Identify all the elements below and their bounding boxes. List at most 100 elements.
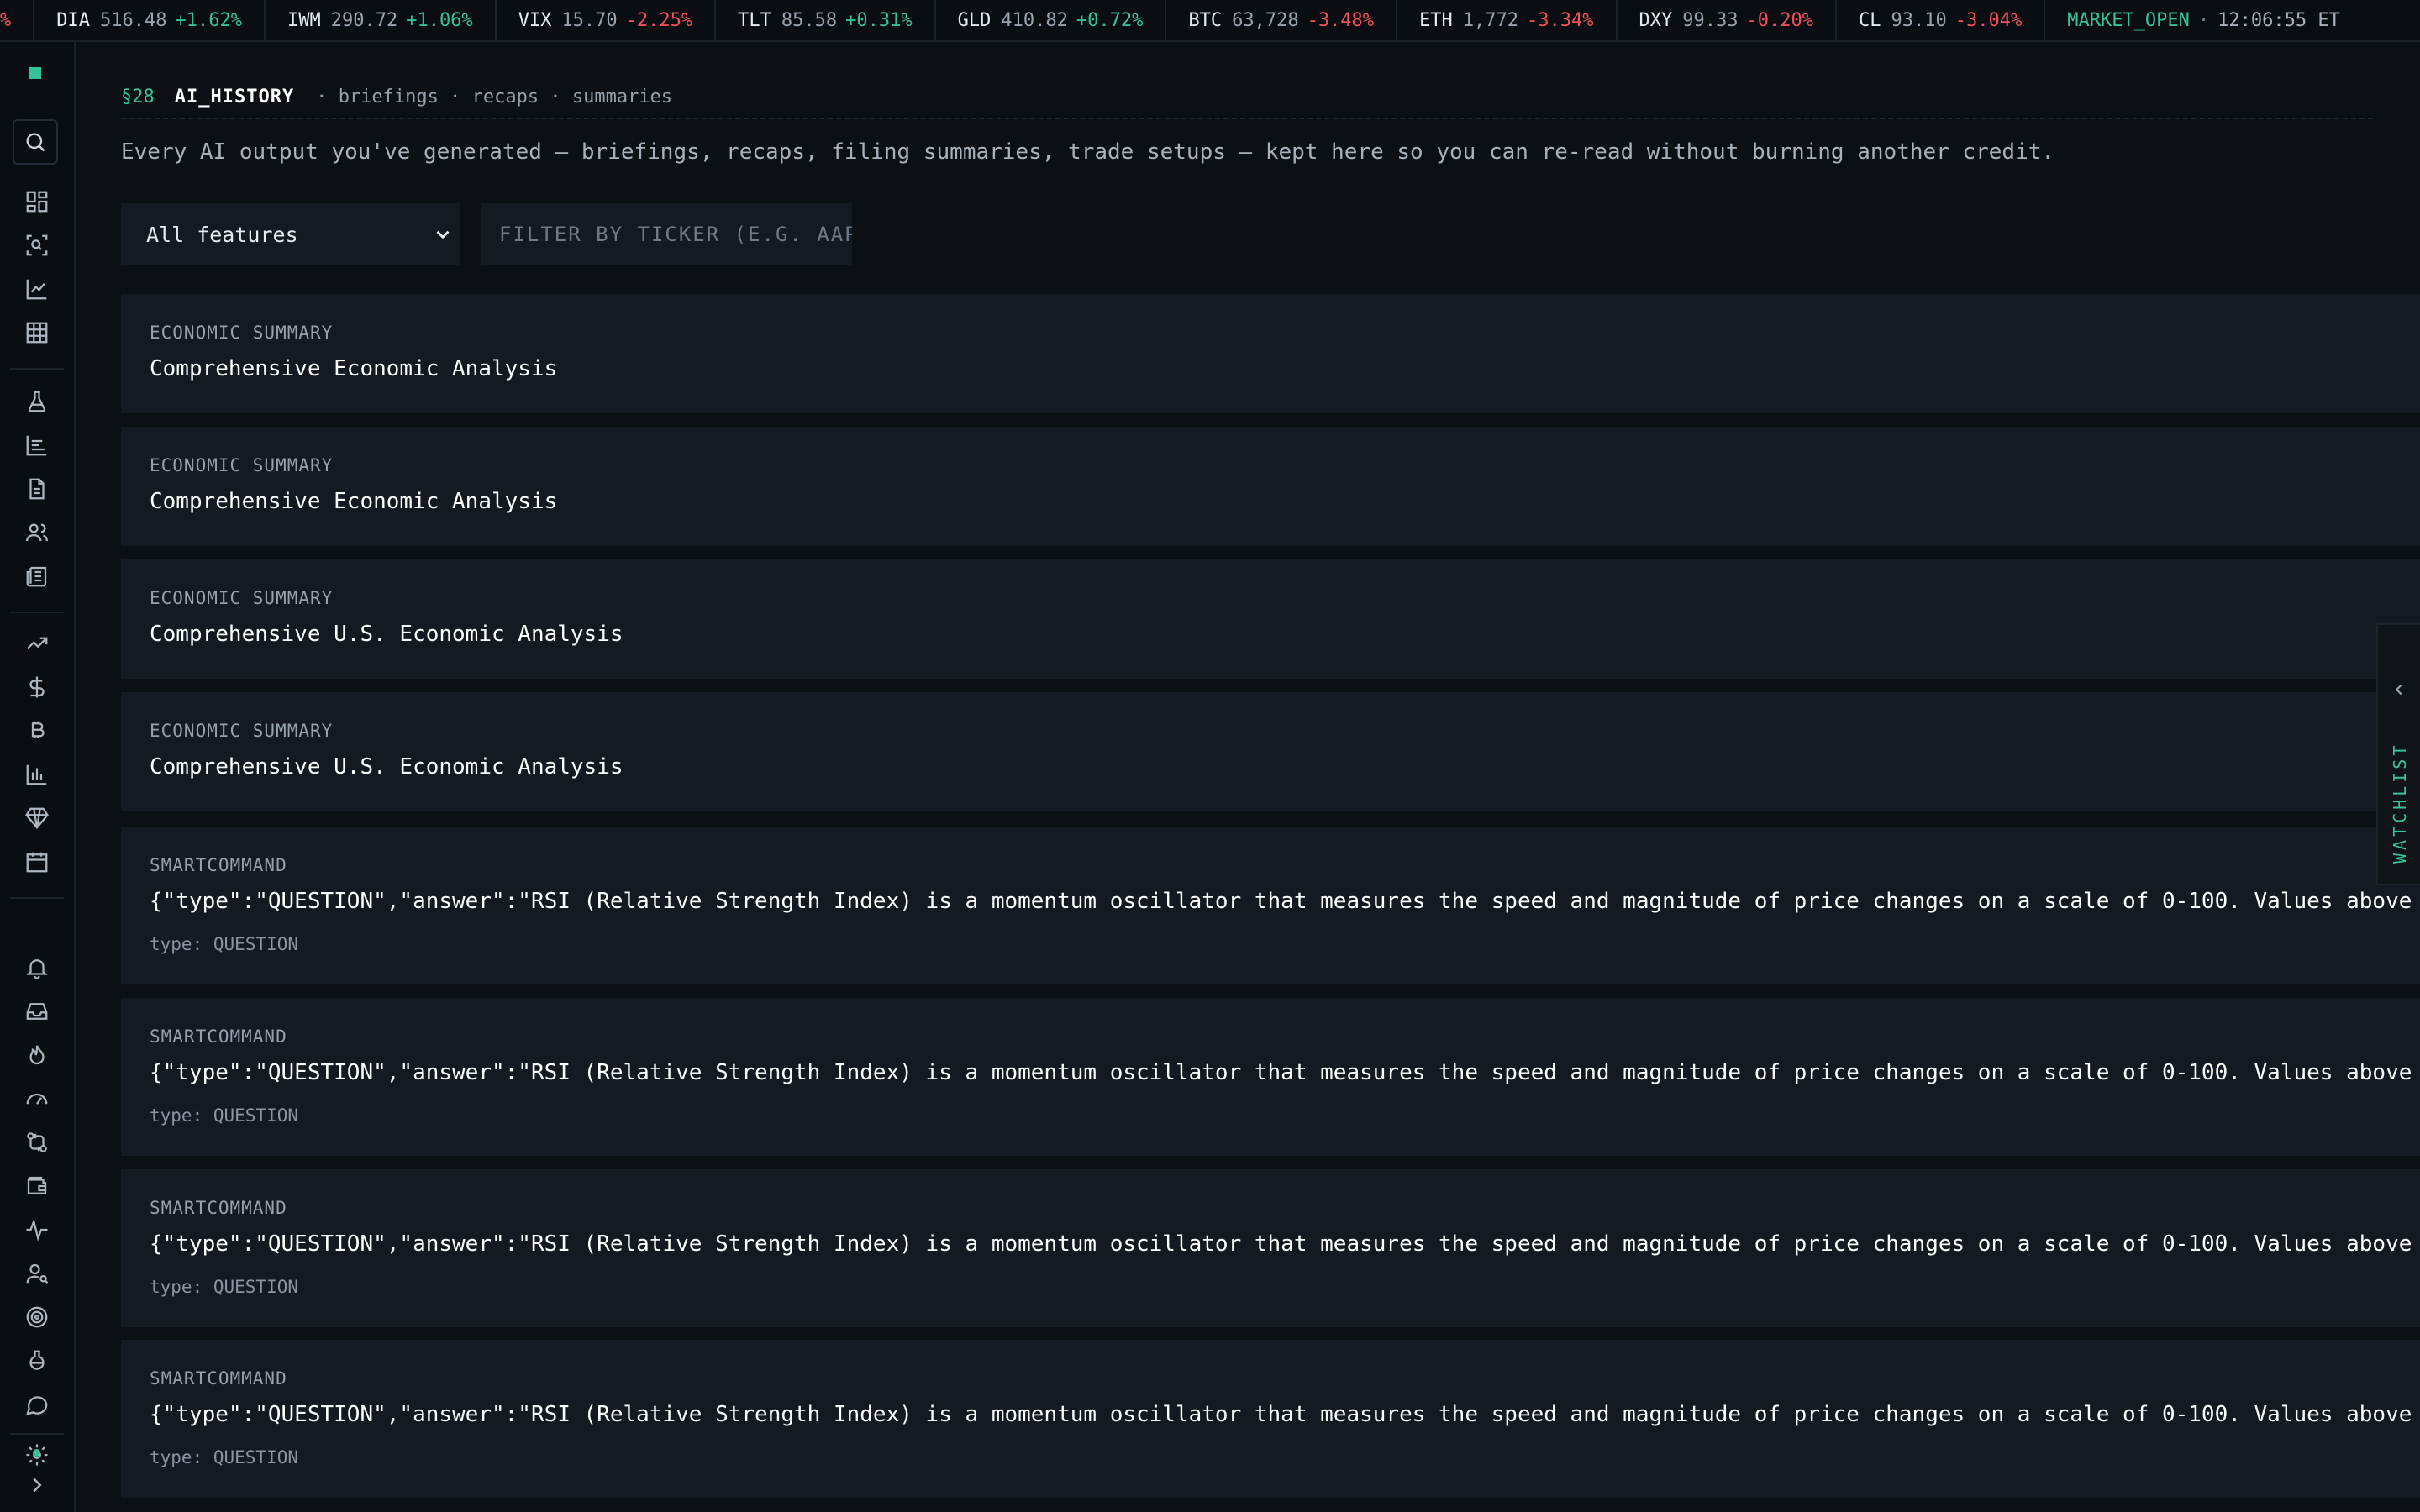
ticker-item[interactable]: TLT 85.58 +0.31% [716,0,936,40]
nav-news[interactable] [20,559,54,593]
rail-divider [10,897,64,899]
document-icon [29,478,45,500]
rail-divider [10,1433,64,1435]
ticker-item[interactable]: % [0,0,35,40]
nav-activity[interactable] [20,1213,54,1247]
nav-experiments[interactable] [20,1344,54,1378]
left-nav-rail [0,42,76,1512]
nav-inbox[interactable] [20,995,54,1028]
nav-dashboard[interactable] [20,185,54,218]
history-item[interactable]: ECONOMIC SUMMARY Comprehensive Economic A… [121,294,2420,413]
ticker-item[interactable]: ETH 1,772 -3.34% [1397,0,1618,40]
ticker-item[interactable]: CL 93.10 -3.04% [1837,0,2046,40]
ticker-item[interactable]: VIX 15.70 -2.25% [497,0,717,40]
nav-stats[interactable] [20,758,54,791]
ticker-change: -3.04% [1954,9,2023,31]
nav-scanner[interactable] [20,228,54,262]
nav-alerts[interactable] [20,951,54,984]
calendar-icon [26,852,48,873]
history-item[interactable]: ECONOMIC SUMMARY Comprehensive Economic A… [121,427,2420,546]
stats-icon [26,764,47,785]
nav-calendar[interactable] [20,845,54,879]
ticker-symbol: CL [1859,9,1881,31]
bitcoin-icon [31,721,45,738]
swap-icon [27,1132,47,1152]
flask-icon [29,391,45,412]
page-title: AI_HISTORY [174,86,295,108]
market-status-label: MARKET_OPEN [2067,9,2190,31]
ticker-item[interactable]: BTC 63,728 -3.48% [1166,0,1398,40]
status-separator: · [2197,9,2210,31]
ticker-change: +0.72% [1076,9,1144,31]
history-item[interactable]: SMARTCOMMAND {"type":"QUESTION","answer":… [121,1340,2420,1498]
ticker-price: 63,728 [1232,9,1299,31]
history-item-meta: type: QUESTION [150,934,299,954]
activity-icon [26,1218,48,1242]
nav-people[interactable] [20,516,54,549]
nav-finance[interactable] [20,670,54,704]
nav-trades[interactable] [20,1126,54,1159]
nav-trending[interactable] [20,627,54,660]
ticker-filter-input[interactable]: FILTER BY TICKER (E.G. AAPL) [481,203,852,265]
ticker-symbol: IWM [287,9,321,31]
history-item-title: Comprehensive U.S. Economic Analysis [150,622,623,647]
gauge-icon [26,1093,48,1105]
expand-rail-button[interactable] [20,1468,54,1502]
feature-select-value: All features [146,222,298,247]
ticker-change: -0.20% [1746,9,1813,31]
nav-sentiment[interactable] [20,1082,54,1116]
ticker-filter-placeholder: FILTER BY TICKER (E.G. AAPL) [499,223,852,246]
ticker-item[interactable]: IWM 290.72 +1.06% [266,0,497,40]
history-item-title: {"type":"QUESTION","answer":"RSI (Relati… [150,1402,2420,1427]
history-item[interactable]: ECONOMIC SUMMARY Comprehensive U.S. Econo… [121,692,2420,811]
history-item[interactable]: SMARTCOMMAND {"type":"QUESTION","answer":… [121,1169,2420,1327]
ticker-item[interactable]: DIA 516.48 +1.62% [34,0,266,40]
history-item-title: {"type":"QUESTION","answer":"RSI (Relati… [150,889,2420,914]
search-button[interactable] [13,119,58,165]
history-item-title: Comprehensive Economic Analysis [150,356,558,381]
nav-crypto[interactable] [20,714,54,748]
bell-icon [26,959,48,979]
history-item-title: {"type":"QUESTION","answer":"RSI (Relati… [150,1231,2420,1257]
nav-charts[interactable] [20,272,54,306]
ticker-symbol: TLT [738,9,771,31]
history-item-meta: type: QUESTION [150,1447,299,1467]
ticker-price: 516.48 [100,9,167,31]
history-item[interactable]: SMARTCOMMAND {"type":"QUESTION","answer":… [121,827,2420,984]
chevron-left-icon [2395,684,2402,696]
trending-up-icon [26,637,48,650]
history-item-kind: SMARTCOMMAND [150,855,287,875]
nav-portfolio[interactable] [20,1169,54,1203]
breadcrumb: §28 AI_HISTORY · briefings · recaps · su… [121,84,672,109]
grid-icon [26,322,48,344]
target-icon [26,1306,48,1328]
history-item-title: {"type":"QUESTION","answer":"RSI (Relati… [150,1060,2420,1085]
nav-premium[interactable] [20,801,54,835]
ticker-price: 410.82 [1001,9,1068,31]
nav-hot[interactable] [20,1038,54,1072]
nav-targets[interactable] [20,1300,54,1334]
chevron-down-icon [436,230,450,239]
market-status: MARKET_OPEN · 12:06:55 ET [2045,0,2364,40]
nav-chat[interactable] [20,1388,54,1421]
ticker-item[interactable]: GLD 410.82 +0.72% [936,0,1167,40]
ticker-price: 15.70 [561,9,618,31]
history-item-kind: SMARTCOMMAND [150,1198,287,1218]
history-item[interactable]: SMARTCOMMAND {"type":"QUESTION","answer":… [121,998,2420,1156]
wallet-icon [27,1176,47,1194]
watchlist-tab[interactable]: WATCHLIST [2376,623,2420,885]
ticker-symbol: DIA [56,9,90,31]
feature-select[interactable]: All features [121,203,460,265]
nav-heatmap[interactable] [20,316,54,349]
history-item-kind: SMARTCOMMAND [150,1368,287,1389]
nav-lab[interactable] [20,385,54,418]
nav-reports[interactable] [20,428,54,462]
ticker-item[interactable]: DXY 99.33 -0.20% [1618,0,1837,40]
nav-filings[interactable] [20,472,54,506]
market-clock: 12:06:55 ET [2217,9,2340,31]
scan-icon [26,234,48,256]
nav-profile-search[interactable] [20,1257,54,1290]
status-dot [33,1449,40,1457]
history-item[interactable]: ECONOMIC SUMMARY Comprehensive U.S. Econo… [121,559,2420,679]
history-item-kind: ECONOMIC SUMMARY [150,588,334,608]
